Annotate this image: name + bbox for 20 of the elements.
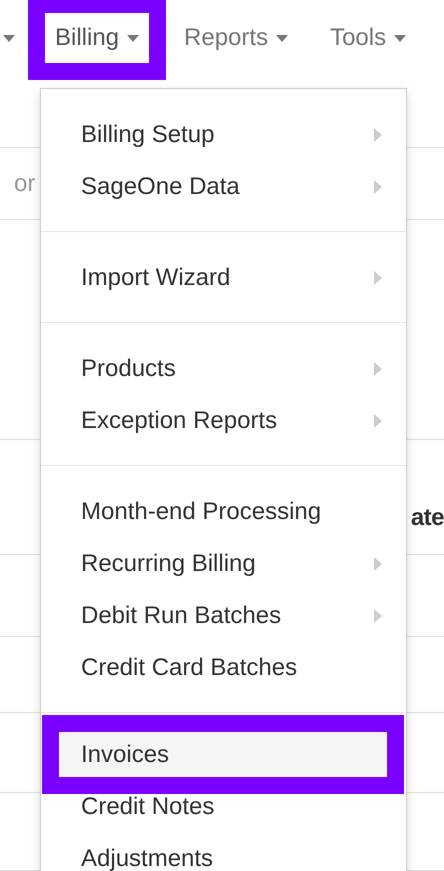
- menu-item[interactable]: SageOne Data: [41, 161, 406, 213]
- menu-item[interactable]: Exception Reports: [41, 395, 406, 447]
- column-header: ate: [410, 504, 444, 532]
- menu-item[interactable]: Credit Notes: [41, 781, 406, 833]
- caret-icon: [394, 34, 406, 42]
- menu-item[interactable]: Invoices: [59, 732, 387, 777]
- nav-menu-item[interactable]: Reports: [174, 13, 298, 63]
- menu-item[interactable]: Credit Card Batches: [41, 642, 406, 694]
- nav-menu-item[interactable]: Tools: [320, 13, 416, 63]
- menu-item[interactable]: Import Wizard: [41, 252, 406, 304]
- menu-item[interactable]: Month-end Processing: [41, 486, 406, 538]
- menu-item[interactable]: Adjustments: [41, 833, 406, 871]
- caret-icon: [127, 34, 140, 42]
- caret-icon: [3, 34, 15, 42]
- caret-icon: [276, 34, 288, 42]
- menu-item[interactable]: Billing Setup: [41, 109, 406, 161]
- background-text: or: [14, 170, 36, 198]
- menu-item[interactable]: Debit Run Batches: [41, 590, 406, 642]
- menu-item[interactable]: Recurring Billing: [41, 538, 406, 590]
- menu-item[interactable]: Products: [41, 343, 406, 395]
